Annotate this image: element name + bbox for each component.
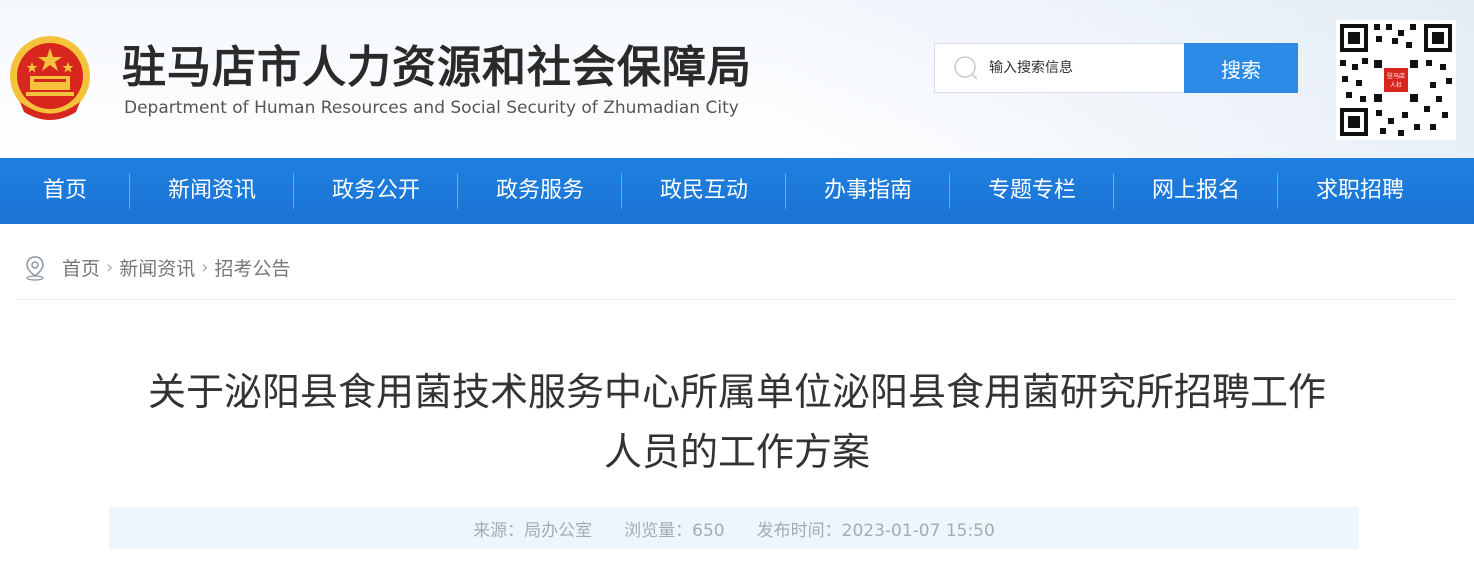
nav-item-gov-affairs-public[interactable]: 政务公开 [294,158,458,224]
svg-text:人社: 人社 [1390,81,1402,89]
nav-item-label: 政民互动 [659,178,748,203]
article-meta-bar: 来源：局办公室 浏览量：650 发布时间：2023-01-07 15:50 [109,507,1359,549]
site-subtitle: Department of Human Resources and Social… [124,98,739,118]
nav-item-special-topics[interactable]: 专题专栏 [950,158,1114,224]
nav-item-label: 政务服务 [495,178,584,203]
chevron-right-icon: › [201,257,209,278]
article-view-count: 浏览量：650 [624,520,725,541]
article-publish-time: 发布时间：2023-01-07 15:50 [756,520,995,541]
nav-item-label: 办事指南 [823,178,912,203]
nav-item-home[interactable]: 首页 [0,158,130,224]
location-pin-icon [26,255,44,281]
qr-code-icon: 驻马店 人社 [1336,20,1456,140]
nav-item-label: 首页 [42,178,87,203]
nav-item-guide[interactable]: 办事指南 [786,158,950,224]
nav-item-label: 网上报名 [1151,178,1240,203]
nav-item-online-registration[interactable]: 网上报名 [1114,158,1278,224]
main-nav: 首页 新闻资讯 政务公开 政务服务 政民互动 办事指南 专题专栏 网上报名 求职… [0,158,1474,224]
site-title: 驻马店市人力资源和社会保障局 [122,42,752,93]
breadcrumb-recruitment-notices[interactable]: 招考公告 [214,254,290,281]
site-header: 驻马店市人力资源和社会保障局 Department of Human Resou… [0,0,1474,158]
svg-text:驻马店: 驻马店 [1387,72,1405,80]
search-icon [954,56,978,80]
nav-item-gov-services[interactable]: 政务服务 [458,158,622,224]
search-button[interactable]: 搜索 [1184,43,1298,93]
breadcrumb-news[interactable]: 新闻资讯 [119,254,195,281]
national-emblem-icon [10,36,90,120]
breadcrumb: 首页 › 新闻资讯 › 招考公告 [16,244,1454,300]
nav-item-news[interactable]: 新闻资讯 [130,158,294,224]
nav-item-jobs[interactable]: 求职招聘 [1278,158,1442,224]
chevron-right-icon: › [106,257,114,278]
nav-item-label: 求职招聘 [1315,178,1404,203]
breadcrumb-home[interactable]: 首页 [62,254,100,281]
article-source: 来源：局办公室 [473,520,593,541]
article-title-line2: 人员的工作方案 [603,430,870,474]
search-input[interactable] [989,60,1169,76]
nav-item-label: 专题专栏 [987,178,1076,203]
nav-item-label: 政务公开 [331,178,420,203]
search-box [934,43,1186,93]
article-title-line1: 关于泌阳县食用菌技术服务中心所属单位泌阳县食用菌研究所招聘工作 [147,370,1326,414]
article-title: 关于泌阳县食用菌技术服务中心所属单位泌阳县食用菌研究所招聘工作 人员的工作方案 [100,362,1374,482]
nav-item-label: 新闻资讯 [167,178,256,203]
nav-item-interaction[interactable]: 政民互动 [622,158,786,224]
